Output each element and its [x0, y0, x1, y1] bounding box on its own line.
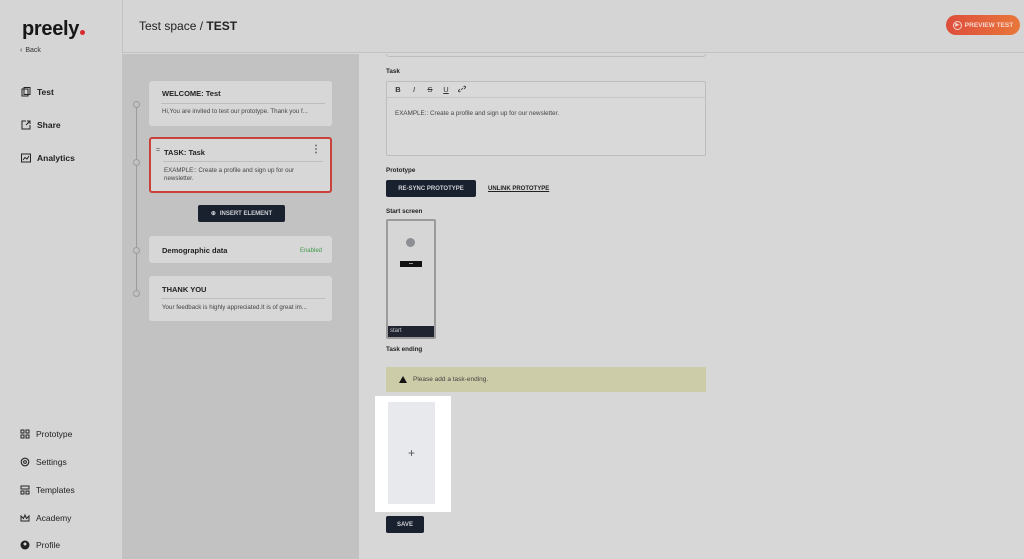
- task-editor[interactable]: B I S U EXAMPLE:: Create a profile and s…: [386, 81, 706, 156]
- status-badge: Enabled: [299, 248, 322, 254]
- sidebar-item-profile[interactable]: Profile: [20, 540, 60, 550]
- card-title: WELCOME: Test: [162, 89, 221, 98]
- timeline-dot: [133, 159, 140, 166]
- bold-button[interactable]: B: [394, 85, 402, 94]
- sidebar-item-share[interactable]: Share: [21, 120, 61, 130]
- insert-element-label: INSERT ELEMENT: [219, 210, 273, 217]
- timeline-dot: [133, 290, 140, 297]
- plus-icon: +: [407, 446, 415, 460]
- card-body: Your feedback is highly appreciated.It i…: [162, 304, 307, 311]
- previous-field-edge: [386, 54, 706, 57]
- warning-icon: [399, 376, 407, 383]
- drag-handle-icon[interactable]: =: [156, 147, 160, 154]
- preely-logo[interactable]: preely: [22, 18, 86, 41]
- warning-text: Please add a task-ending.: [413, 376, 489, 383]
- resync-prototype-button[interactable]: RE-SYNC PROTOTYPE: [386, 180, 476, 197]
- task-ending-warning: Please add a task-ending.: [386, 367, 706, 392]
- card-title: Demographic data: [162, 246, 228, 255]
- timeline-line: [136, 104, 137, 296]
- breadcrumb-test: TEST: [206, 19, 238, 33]
- preview-test-label: PREVIEW TEST: [964, 21, 1014, 29]
- add-task-ending-panel: +: [375, 396, 451, 512]
- demographic-card[interactable]: Demographic data Enabled: [149, 236, 332, 263]
- flow-panel: WELCOME: Test Hi,You are invited to test…: [123, 54, 359, 559]
- card-divider: [161, 298, 325, 299]
- card-body: Hi,You are invited to test our prototype…: [162, 108, 308, 115]
- prototype-label: Prototype: [386, 167, 416, 174]
- task-label: Task: [386, 68, 400, 75]
- timeline-dot: [133, 101, 140, 108]
- grid-icon: [20, 429, 30, 439]
- sidebar-item-analytics[interactable]: Analytics: [21, 153, 75, 163]
- task-ending-label: Task ending: [386, 346, 423, 353]
- start-screen-label: Start screen: [386, 208, 423, 215]
- play-icon: ▶: [952, 20, 962, 30]
- sidebar-item-settings[interactable]: Settings: [20, 457, 67, 467]
- logo-dot: [80, 30, 86, 35]
- card-divider: [161, 103, 325, 104]
- card-title: TASK: Task: [164, 148, 205, 157]
- card-title: THANK YOU: [162, 285, 207, 294]
- screen-name: start: [388, 326, 434, 337]
- sidebar-item-academy[interactable]: Academy: [20, 513, 71, 523]
- sidebar-item-test[interactable]: Test: [21, 87, 54, 97]
- welcome-card[interactable]: WELCOME: Test Hi,You are invited to test…: [149, 81, 332, 126]
- card-divider: [163, 161, 323, 162]
- card-body: EXAMPLE:: Create a profile and sign up f…: [164, 167, 295, 182]
- add-task-ending-button[interactable]: +: [388, 402, 435, 504]
- sidebar-item-label: Settings: [36, 457, 67, 467]
- task-card[interactable]: = TASK: Task ⋮ EXAMPLE:: Create a profil…: [149, 137, 332, 193]
- back-link[interactable]: ‹ Back: [20, 47, 41, 54]
- italic-button[interactable]: I: [410, 85, 418, 94]
- gear-icon: [20, 457, 30, 467]
- strikethrough-button[interactable]: S: [426, 85, 434, 94]
- sidebar-item-label: Test: [37, 87, 54, 97]
- back-label: Back: [25, 47, 41, 54]
- more-vertical-icon[interactable]: ⋮: [311, 144, 321, 155]
- top-header: Test space / TEST ▶ PREVIEW TEST: [123, 0, 1024, 53]
- sidebar-item-label: Profile: [36, 540, 61, 550]
- screen-icon: [406, 238, 415, 247]
- sidebar-item-templates[interactable]: Templates: [20, 485, 75, 495]
- thank-you-card[interactable]: THANK YOU Your feedback is highly apprec…: [149, 276, 332, 321]
- sidebar-item-label: Academy: [36, 513, 72, 523]
- task-text[interactable]: EXAMPLE:: Create a profile and sign up f…: [395, 110, 559, 117]
- breadcrumb-space[interactable]: Test space /: [139, 19, 203, 33]
- screen-button-preview: [400, 261, 422, 267]
- test-icon: [21, 87, 31, 97]
- chevron-left-icon: ‹: [20, 47, 23, 54]
- underline-button[interactable]: U: [442, 85, 450, 94]
- sidebar-item-label: Templates: [36, 485, 75, 495]
- editor-toolbar: B I S U: [387, 82, 705, 98]
- start-screen-thumbnail[interactable]: start: [386, 219, 436, 339]
- sidebar-item-label: Analytics: [37, 153, 75, 163]
- preview-test-button[interactable]: ▶ PREVIEW TEST: [946, 15, 1020, 35]
- sidebar: preely ‹ Back Test Share Analytics Proto…: [0, 0, 123, 559]
- plus-circle-icon: ⊕: [210, 211, 216, 217]
- breadcrumb: Test space / TEST: [139, 19, 237, 33]
- element-editor: Task B I S U EXAMPLE:: Create a profile …: [359, 54, 1024, 559]
- sidebar-item-label: Prototype: [36, 429, 73, 439]
- unlink-prototype-link[interactable]: UNLINK PROTOTYPE: [488, 186, 549, 192]
- crown-icon: [20, 513, 30, 522]
- insert-element-button[interactable]: ⊕ INSERT ELEMENT: [198, 205, 285, 222]
- analytics-icon: [21, 153, 31, 163]
- templates-icon: [20, 485, 30, 495]
- share-icon: [21, 120, 31, 130]
- save-button[interactable]: SAVE: [386, 516, 424, 533]
- sidebar-item-prototype[interactable]: Prototype: [20, 429, 72, 439]
- sidebar-item-label: Share: [37, 120, 61, 130]
- link-icon[interactable]: [457, 85, 467, 95]
- timeline-dot: [133, 247, 140, 254]
- profile-icon: [20, 540, 30, 550]
